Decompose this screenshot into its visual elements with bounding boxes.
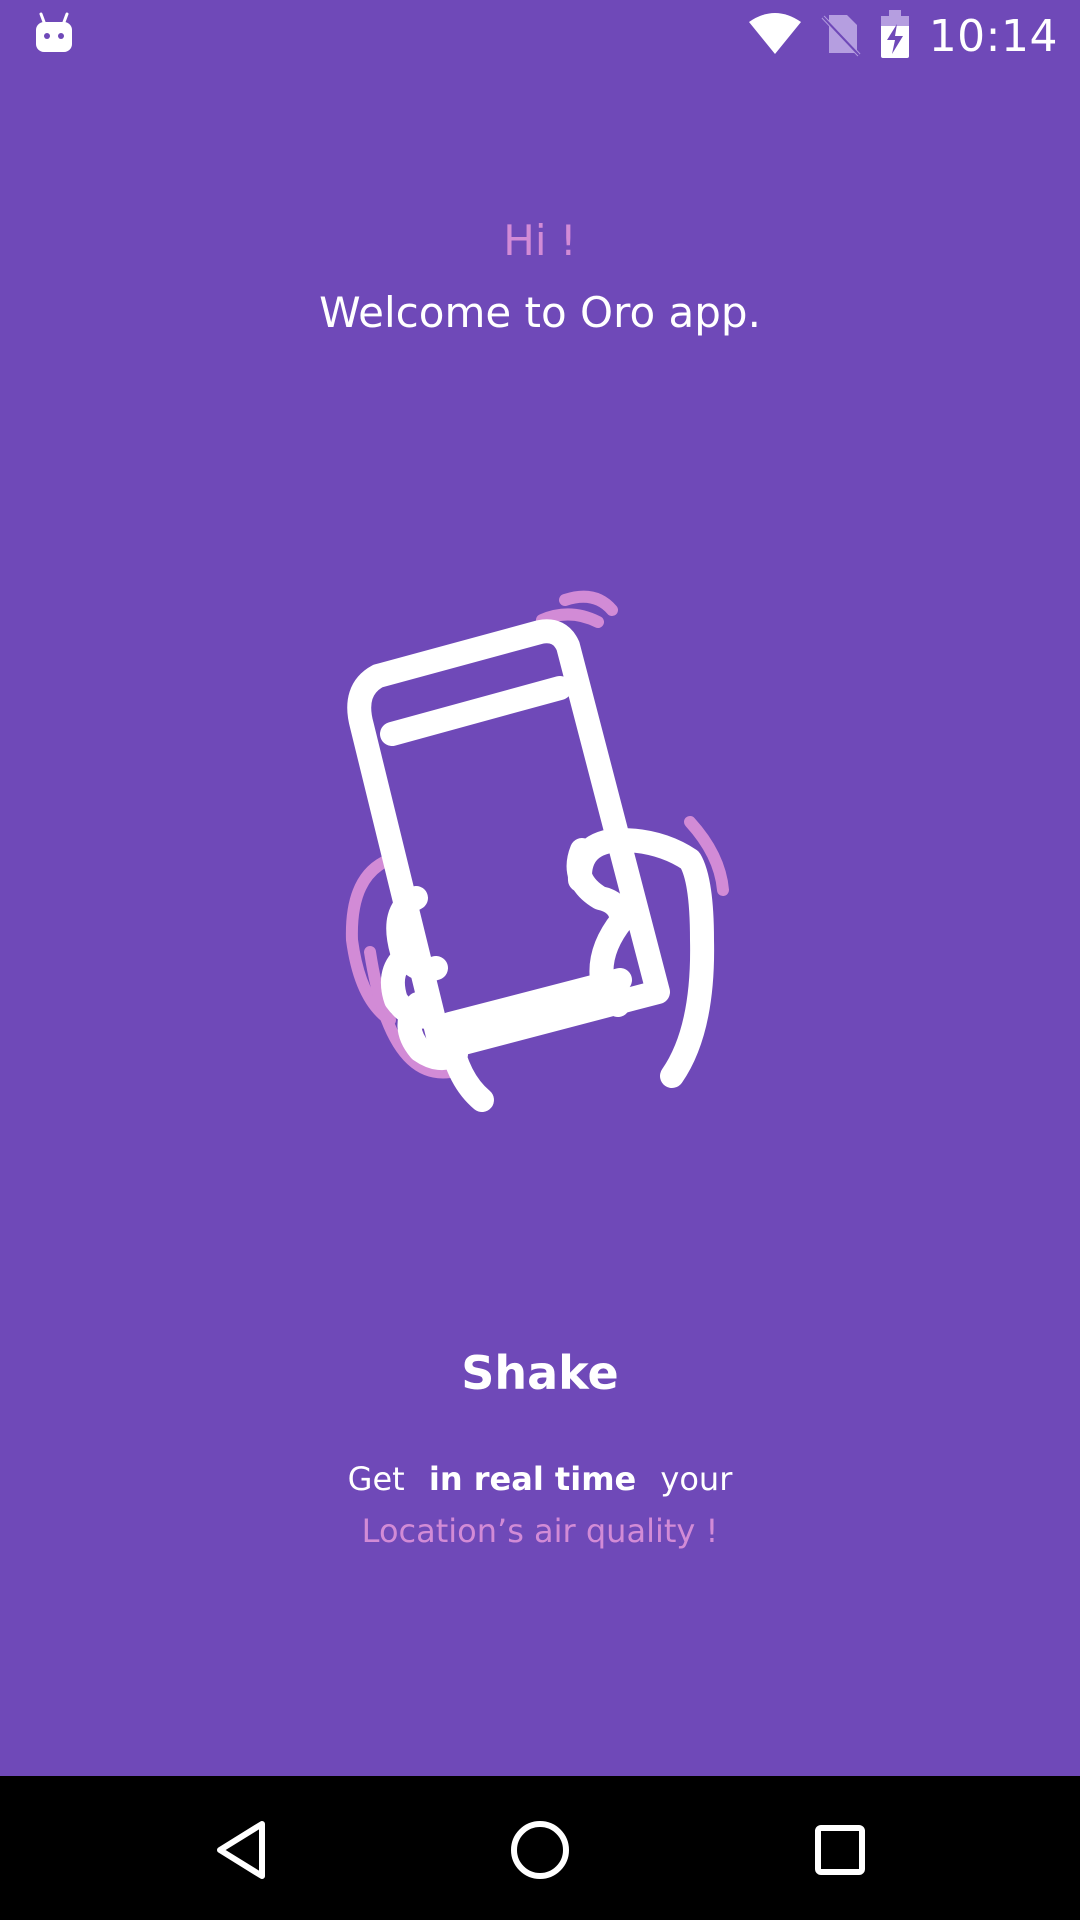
description-highlight: in real time <box>428 1460 637 1498</box>
feature-description-line2: Location’s air quality ! <box>361 1512 719 1550</box>
hand-shaking-phone-icon <box>330 580 750 1140</box>
feature-title: Shake <box>461 1346 619 1400</box>
feature-description-line1: Get in real time your <box>0 1460 1080 1498</box>
recents-icon[interactable] <box>804 1814 876 1886</box>
welcome-message: Welcome to Oro app. <box>319 288 761 337</box>
description-prefix: Get <box>347 1460 405 1498</box>
navigation-bar <box>0 1776 1080 1920</box>
clock: 10:14 <box>928 10 1058 62</box>
greeting-text: Hi ! <box>503 216 577 265</box>
android-icon <box>34 10 74 60</box>
wifi-icon <box>747 12 803 60</box>
back-icon[interactable] <box>206 1814 278 1886</box>
status-bar: 10:14 <box>0 0 1080 72</box>
description-suffix: your <box>660 1460 733 1498</box>
no-sim-icon <box>821 11 861 61</box>
battery-charging-icon <box>879 8 911 64</box>
home-icon[interactable] <box>504 1814 576 1886</box>
